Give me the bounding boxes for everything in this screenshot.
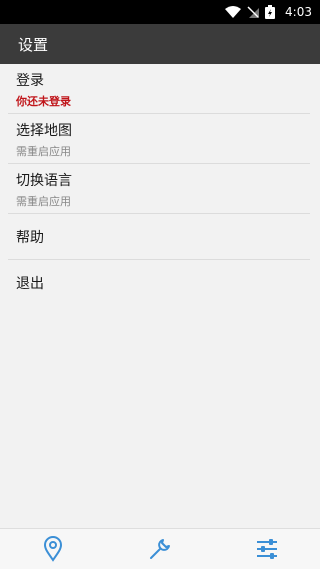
settings-item-map[interactable]: 选择地图 需重启应用: [0, 114, 320, 164]
settings-item-help[interactable]: 帮助: [0, 214, 320, 260]
settings-item-hint: 需重启应用: [16, 144, 71, 158]
status-bar: 4:03: [0, 0, 320, 24]
settings-item-logout[interactable]: 退出: [0, 260, 320, 306]
bottom-nav: [0, 528, 320, 569]
location-pin-icon: [44, 536, 63, 562]
sliders-icon: [256, 539, 277, 559]
nav-tools-button[interactable]: [130, 529, 190, 569]
page-title: 设置: [18, 35, 49, 54]
no-sim-icon: [247, 6, 260, 18]
app-bar: 设置: [0, 24, 320, 64]
nav-location-button[interactable]: [23, 529, 83, 569]
settings-item-label: 选择地图: [16, 122, 72, 139]
settings-item-label: 登录: [16, 72, 44, 89]
settings-item-label: 切换语言: [16, 172, 72, 189]
login-status-text: 你还未登录: [16, 94, 71, 108]
nav-settings-button[interactable]: [237, 529, 297, 569]
settings-item-label: 帮助: [16, 230, 44, 246]
status-time: 4:03: [285, 5, 312, 19]
settings-item-hint: 需重启应用: [16, 194, 71, 208]
wrench-icon: [149, 539, 170, 559]
battery-charging-icon: [265, 5, 276, 19]
settings-item-label: 退出: [16, 276, 44, 292]
settings-item-language[interactable]: 切换语言 需重启应用: [0, 164, 320, 214]
wifi-icon: [225, 6, 242, 18]
settings-item-login[interactable]: 登录 你还未登录: [0, 64, 320, 114]
settings-list: 登录 你还未登录 选择地图 需重启应用 切换语言 需重启应用 帮助 退出: [0, 64, 320, 306]
